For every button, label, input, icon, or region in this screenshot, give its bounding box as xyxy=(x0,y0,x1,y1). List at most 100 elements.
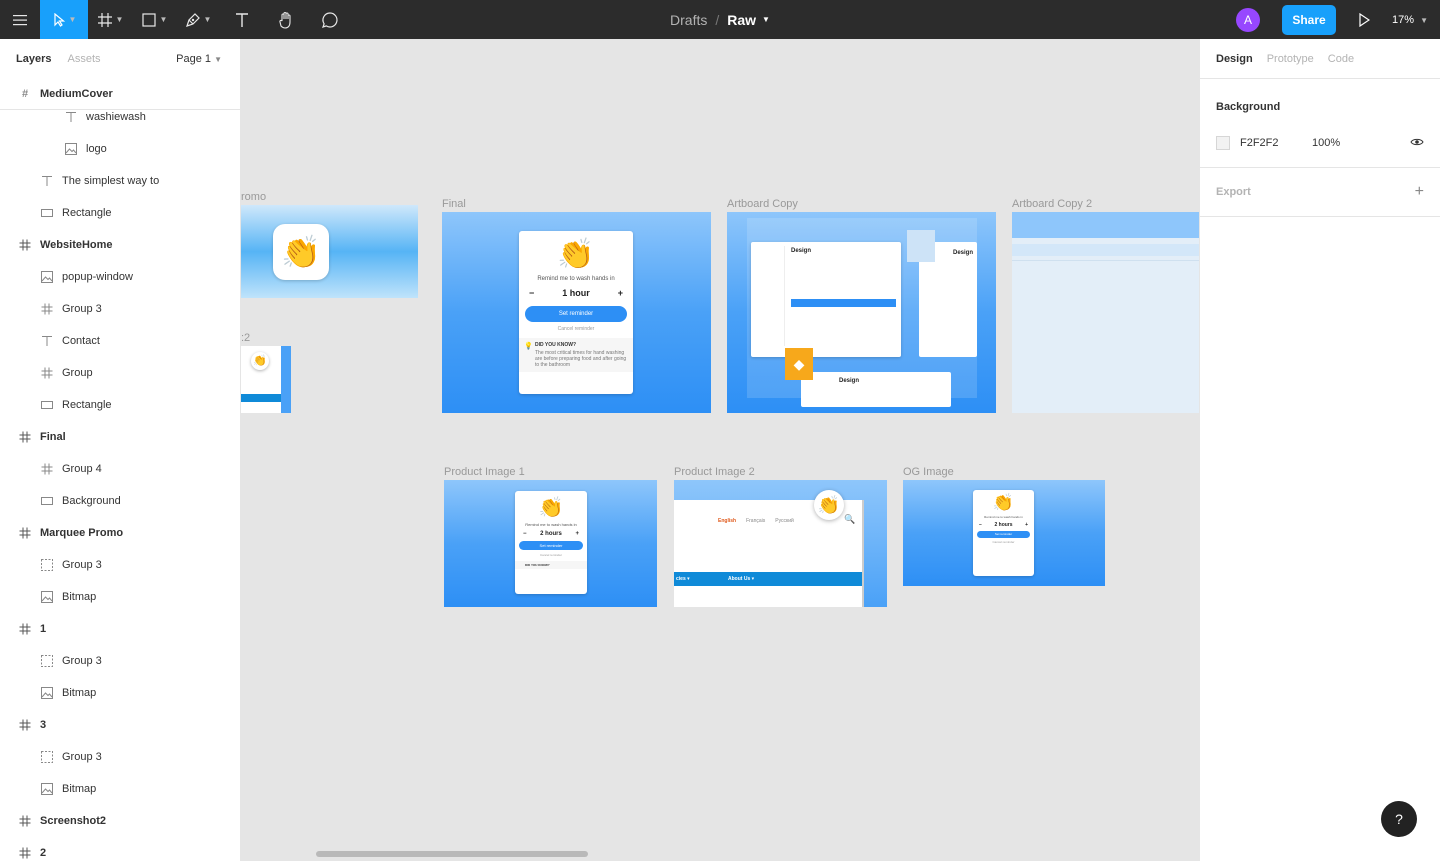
nav-bar xyxy=(241,394,281,402)
layer-row[interactable]: Bitmap xyxy=(0,581,240,613)
add-export-icon[interactable]: + xyxy=(1415,183,1424,201)
clapping-hands-icon: 👏 xyxy=(814,490,844,520)
layer-row[interactable]: Background xyxy=(0,485,240,517)
text-icon xyxy=(40,334,54,348)
layer-row[interactable]: Contact xyxy=(0,325,240,357)
layer-row[interactable]: Group 3 xyxy=(0,645,240,677)
layer-frame-row[interactable]: Final xyxy=(0,421,240,453)
page-selector[interactable]: Page 1 ▼ xyxy=(176,53,222,65)
help-button[interactable]: ? xyxy=(1381,801,1417,837)
frame-icon xyxy=(18,846,32,860)
nav-english: English xyxy=(718,518,737,524)
frame-partial-2[interactable]: 👏 xyxy=(241,346,291,413)
nav-bar: cies ▾ About Us ▾ xyxy=(674,572,862,586)
remind-text: Remind me to wash hands in xyxy=(984,515,1023,519)
layer-frame-row[interactable]: 2 xyxy=(0,837,240,861)
move-tool-button[interactable]: ▼ xyxy=(40,0,88,39)
layer-row[interactable]: popup-window xyxy=(0,261,240,293)
layer-row[interactable]: Bitmap xyxy=(0,677,240,709)
frame-icon xyxy=(18,526,32,540)
frame-tool-button[interactable]: ▼ xyxy=(88,0,132,39)
color-swatch[interactable] xyxy=(1216,136,1230,150)
eye-icon[interactable] xyxy=(1410,137,1424,150)
layer-row[interactable]: Group 3 xyxy=(0,293,240,325)
frame-label-artboard-copy[interactable]: Artboard Copy xyxy=(727,198,798,210)
chevron-down-icon[interactable]: ▼ xyxy=(762,15,770,24)
did-you-know-box: DID YOU KNOW? xyxy=(515,561,587,569)
tab-code[interactable]: Code xyxy=(1328,53,1354,65)
frame-product-image-2[interactable]: English Français Русский cies ▾ About Us… xyxy=(674,480,887,607)
frame-artboard-copy[interactable]: Design Design Design ◆ xyxy=(727,212,996,413)
frame-artboard-copy-2[interactable] xyxy=(1012,212,1199,413)
know-body: The most critical times for hand washing… xyxy=(535,350,627,368)
layer-name: The simplest way to xyxy=(62,175,160,187)
layer-frame-row[interactable]: 1 xyxy=(0,613,240,645)
layer-row[interactable]: Group xyxy=(0,357,240,389)
canvas[interactable]: romo 👏 :2 👏 Final 👏 Remind me to wash ha… xyxy=(241,39,1199,861)
breadcrumb-drafts[interactable]: Drafts xyxy=(670,12,707,28)
nav-bar-about: About Us ▾ xyxy=(728,576,755,582)
layer-name: Contact xyxy=(62,335,100,347)
reminder-card: 👏 Remind me to wash hands in − 2 hours +… xyxy=(515,491,587,594)
left-panel-tabs: Layers Assets Page 1 ▼ xyxy=(0,39,240,79)
zoom-dropdown[interactable]: 17% ▼ xyxy=(1392,14,1440,26)
pen-tool-button[interactable]: ▼ xyxy=(176,0,220,39)
toolbar-right: A Share 17% ▼ xyxy=(1236,0,1440,39)
main-menu-button[interactable] xyxy=(0,0,40,39)
text-icon xyxy=(40,174,54,188)
tab-layers[interactable]: Layers xyxy=(16,53,51,65)
opacity-input[interactable]: 100% xyxy=(1312,137,1340,149)
frame-label-partial[interactable]: :2 xyxy=(241,332,250,344)
chevron-down-icon: ▼ xyxy=(214,55,222,64)
frame-label-artboard-copy-2[interactable]: Artboard Copy 2 xyxy=(1012,198,1092,210)
layer-row[interactable]: Bitmap xyxy=(0,773,240,805)
layer-frame-row[interactable]: Screenshot2 xyxy=(0,805,240,837)
layer-row[interactable]: The simplest way to xyxy=(0,165,240,197)
present-button[interactable] xyxy=(1350,12,1378,27)
layer-row[interactable]: Rectangle xyxy=(0,197,240,229)
frame-label-promo[interactable]: romo xyxy=(241,191,266,203)
layer-name: MediumCover xyxy=(40,88,113,100)
frame-product-image-1[interactable]: 👏 Remind me to wash hands in − 2 hours +… xyxy=(444,480,657,607)
layer-row[interactable]: Group 4 xyxy=(0,453,240,485)
duration-stepper: − 2 hours + xyxy=(979,522,1028,528)
language-nav: English Français Русский xyxy=(718,518,794,524)
frame-icon xyxy=(40,366,54,380)
horizontal-scrollbar[interactable] xyxy=(316,851,588,857)
frame-promo[interactable]: 👏 xyxy=(241,205,418,298)
tab-assets[interactable]: Assets xyxy=(67,53,100,65)
comment-tool-button[interactable] xyxy=(308,0,352,39)
layer-frame-row[interactable]: WebsiteHome xyxy=(0,229,240,261)
layer-row[interactable]: Rectangle xyxy=(0,389,240,421)
layer-name: Group 3 xyxy=(62,559,102,571)
layer-frame-row[interactable]: 3 xyxy=(0,709,240,741)
rectangle-icon xyxy=(40,206,54,220)
frame-final[interactable]: 👏 Remind me to wash hands in − 1 hour + … xyxy=(442,212,711,413)
shape-tool-button[interactable]: ▼ xyxy=(132,0,176,39)
share-button[interactable]: Share xyxy=(1282,4,1336,35)
layer-name: washiewash xyxy=(86,111,146,123)
tab-design[interactable]: Design xyxy=(1216,53,1253,65)
frame-label-og-image[interactable]: OG Image xyxy=(903,466,954,478)
frame-og-image[interactable]: 👏 Remind me to wash hands in − 2 hours +… xyxy=(903,480,1105,586)
frame-label-final[interactable]: Final xyxy=(442,198,466,210)
frame-label-product-image-1[interactable]: Product Image 1 xyxy=(444,466,525,478)
mock-window-main: Design xyxy=(751,242,901,357)
sticky-frame-header[interactable]: # MediumCover xyxy=(0,79,240,110)
frame-label-product-image-2[interactable]: Product Image 2 xyxy=(674,466,755,478)
frame-icon xyxy=(18,238,32,252)
hex-input[interactable]: F2F2F2 xyxy=(1240,137,1312,149)
hand-tool-button[interactable] xyxy=(264,0,308,39)
layer-row[interactable]: Group 3 xyxy=(0,741,240,773)
layer-row[interactable]: logo xyxy=(0,133,240,165)
tab-prototype[interactable]: Prototype xyxy=(1267,53,1314,65)
comment-icon xyxy=(322,11,338,28)
avatar[interactable]: A xyxy=(1236,7,1260,32)
plus-icon: + xyxy=(575,531,579,537)
file-name[interactable]: Raw xyxy=(727,12,756,28)
text-tool-button[interactable] xyxy=(220,0,264,39)
zip-graphic xyxy=(907,230,935,262)
layer-frame-row[interactable]: Marquee Promo xyxy=(0,517,240,549)
layer-row[interactable]: Group 3 xyxy=(0,549,240,581)
properties-panel: Design Prototype Code Background F2F2F2 … xyxy=(1199,39,1440,861)
